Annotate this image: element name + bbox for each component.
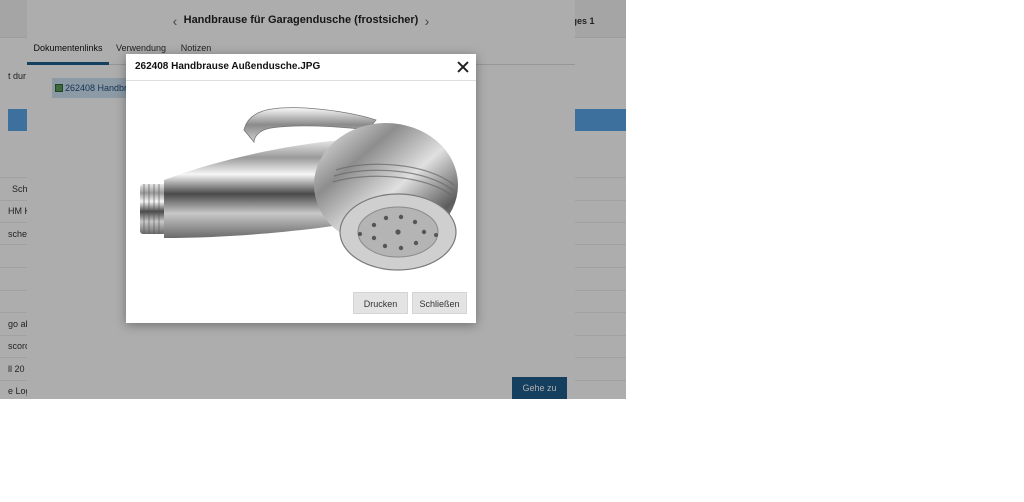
image-preview-dialog: 262408 Handbrause Außendusche.JPG Drucke… — [126, 54, 476, 323]
dialog-title: 262408 Handbrause Außendusche.JPG — [135, 61, 321, 72]
shower-illustration — [140, 107, 458, 271]
close-button[interactable]: Schließen — [412, 292, 467, 314]
close-icon[interactable] — [457, 61, 469, 73]
hand-shower-image — [140, 107, 458, 271]
print-button[interactable]: Drucken — [353, 292, 408, 314]
dialog-header: 262408 Handbrause Außendusche.JPG — [126, 54, 476, 81]
